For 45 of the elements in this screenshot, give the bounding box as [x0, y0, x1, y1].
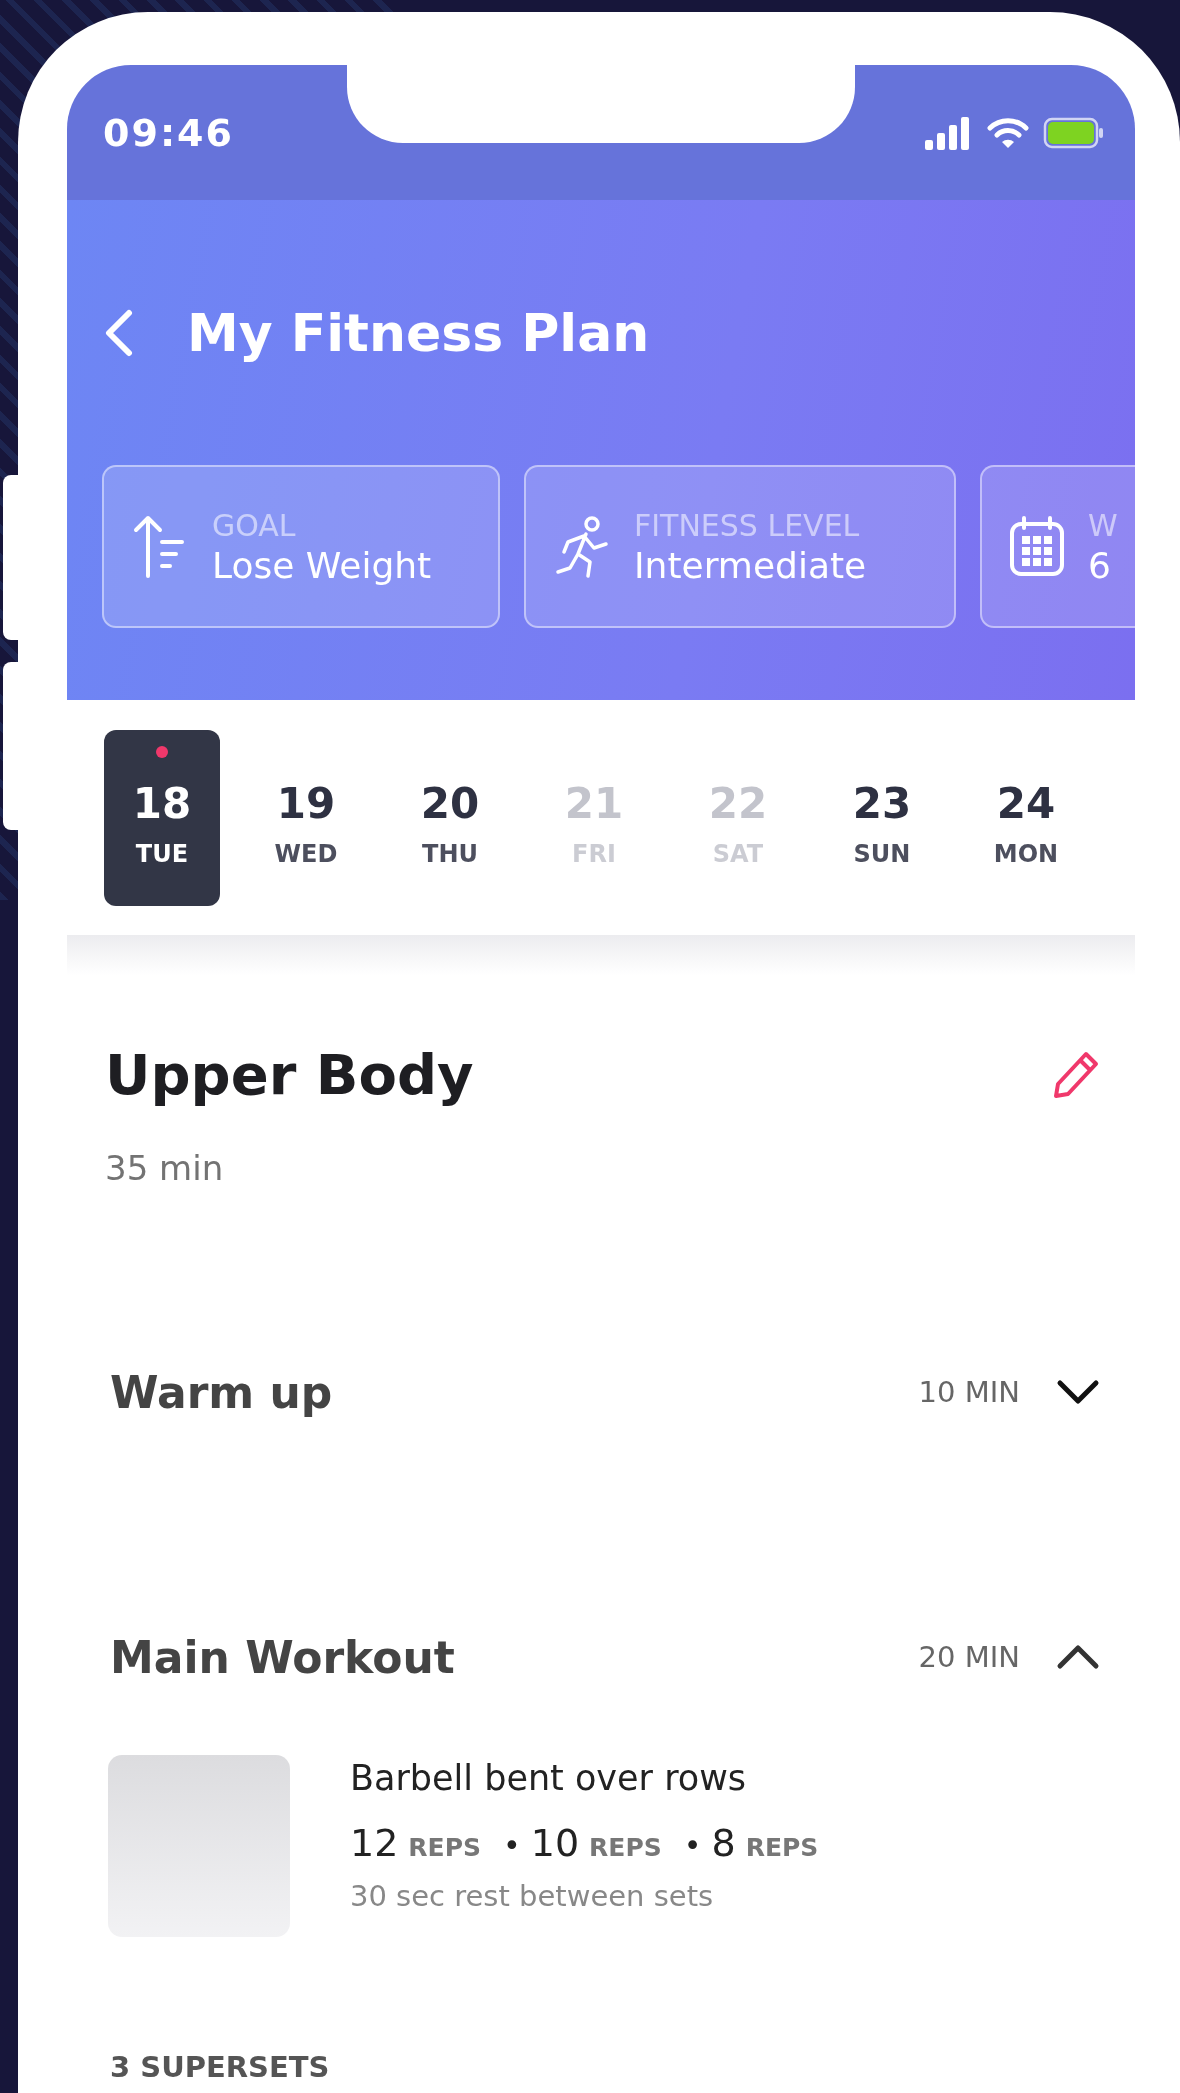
weekday-label: SUN: [853, 840, 911, 868]
rep-count: 12: [350, 1821, 399, 1865]
wifi-icon: [987, 115, 1029, 150]
section-title: Main Workout: [110, 1631, 456, 1683]
reps-label: REPS: [589, 1833, 662, 1862]
day-number: 20: [420, 778, 480, 830]
weekday-label: WED: [274, 840, 338, 868]
rep-count: 8: [711, 1821, 736, 1865]
supersets-heading: 3 SUPERSETS: [109, 2049, 331, 2086]
day-number: 22: [708, 778, 768, 830]
card-label: W: [1088, 507, 1118, 543]
section-duration: 10 MIN: [918, 1375, 1020, 1409]
bullet-separator: •: [503, 1828, 521, 1863]
weekday-label: TUE: [135, 840, 189, 868]
day-number: 19: [276, 778, 336, 830]
day-item[interactable]: 20 THU: [392, 730, 508, 906]
rep-count: 10: [530, 1821, 580, 1865]
card-value: 6: [1088, 544, 1112, 586]
bullet-separator: •: [683, 1828, 702, 1863]
day-item[interactable]: 19 WED: [248, 730, 364, 906]
workout-duration: 35 min: [105, 1147, 225, 1190]
page-title: My Fitness Plan: [187, 303, 650, 363]
card-value: Lose Weight: [212, 544, 432, 586]
selected-day[interactable]: 18 TUE: [104, 730, 220, 906]
section-duration: 20 MIN: [918, 1640, 1020, 1674]
reps-label: REPS: [745, 1833, 819, 1862]
reps-label: REPS: [408, 1833, 481, 1862]
back-icon[interactable]: [103, 309, 133, 357]
day-item[interactable]: 24 MON: [968, 730, 1084, 906]
rest-note: 30 sec rest between sets: [350, 1879, 715, 1913]
day-number: 24: [996, 778, 1056, 830]
weekday-label: MON: [993, 840, 1059, 868]
status-time: 09:46: [103, 110, 235, 155]
day-number: 21: [564, 778, 624, 830]
day-number: 18: [132, 778, 192, 830]
card-label: GOAL: [212, 507, 297, 543]
section-title: Warm up: [110, 1366, 334, 1418]
exercise-name: Barbell bent over rows: [350, 1757, 748, 1800]
day-number: 23: [852, 778, 912, 830]
day-item[interactable]: 23 SUN: [824, 730, 940, 906]
workout-title: Upper Body: [105, 1041, 475, 1109]
card-value: Intermediate: [634, 544, 867, 586]
weekday-label: THU: [422, 840, 478, 868]
battery-icon: [1043, 116, 1105, 149]
card-label: FITNESS LEVEL: [634, 507, 861, 543]
